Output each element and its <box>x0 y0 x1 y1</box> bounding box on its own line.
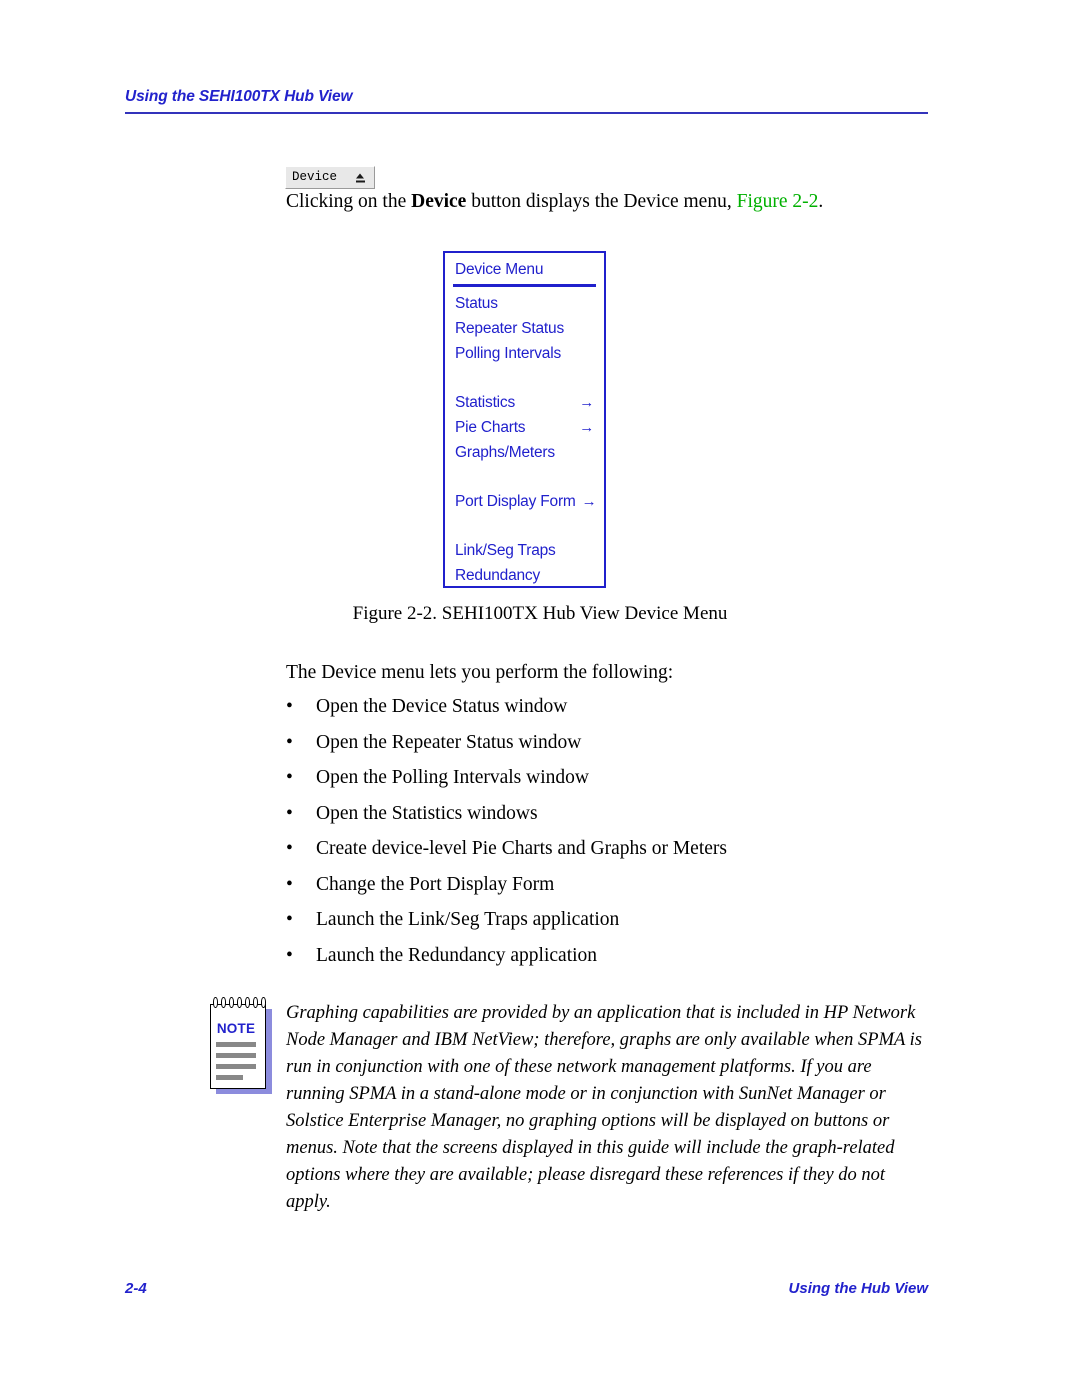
note-icon-rule-lines <box>216 1042 256 1086</box>
menu-item-label: Repeater Status <box>455 319 565 337</box>
submenu-arrow-icon: → <box>581 492 597 510</box>
intro-paragraph: Clicking on the Device button displays t… <box>286 189 926 215</box>
device-button[interactable]: Device <box>285 166 375 189</box>
submenu-arrow-icon: → <box>579 418 594 436</box>
list-item: • Open the Statistics windows <box>286 803 926 839</box>
figure-cross-reference[interactable]: Figure 2-2 <box>737 191 819 212</box>
header-divider-rule <box>125 112 928 114</box>
note-body-text: Graphing capabilities are provided by an… <box>286 1003 922 1212</box>
list-item-label: Open the Polling Intervals window <box>316 767 589 788</box>
intro-text-part1: Clicking on the <box>286 191 412 212</box>
list-item: • Launch the Link/Seg Traps application <box>286 909 926 945</box>
bullet-glyph-icon: • <box>286 767 293 788</box>
list-lead-in-paragraph: The Device menu lets you perform the fol… <box>286 662 674 683</box>
intro-text-part3: . <box>818 191 824 212</box>
menu-item-statistics[interactable]: Statistics → <box>445 390 604 415</box>
menu-item-label: Graphs/Meters <box>455 443 555 461</box>
menu-item-label: Statistics <box>455 393 516 411</box>
list-item-label: Open the Repeater Status window <box>316 731 582 753</box>
bullet-glyph-icon: • <box>286 909 293 930</box>
list-item: • Launch the Redundancy application <box>286 945 926 981</box>
menu-item-repeater-status[interactable]: Repeater Status <box>445 316 604 341</box>
menu-item-label: Status <box>455 294 498 312</box>
list-item: • Open the Repeater Status window <box>286 732 926 768</box>
menu-item-label: Link/Seg Traps <box>455 541 556 559</box>
note-icon-label: NOTE <box>216 1021 256 1036</box>
up-down-option-menu-arrow-icon <box>355 173 365 182</box>
page-header: Using the SEHI100TX Hub View <box>125 88 928 114</box>
list-item-label: Open the Statistics windows <box>316 802 538 824</box>
menu-item-status[interactable]: Status <box>445 291 604 316</box>
menu-item-label: Port Display Form <box>455 492 576 510</box>
menu-item-redundancy[interactable]: Redundancy <box>445 563 604 588</box>
bullet-glyph-icon: • <box>286 802 293 824</box>
menu-item-label: Redundancy <box>455 566 541 584</box>
menu-group-separator <box>445 366 604 390</box>
list-item-label: Launch the Redundancy application <box>316 944 598 966</box>
note-notepad-icon: NOTE <box>208 997 276 1096</box>
list-item-label: Create device-level Pie Charts and Graph… <box>316 838 727 859</box>
list-item: • Change the Port Display Form <box>286 874 926 910</box>
bullet-glyph-icon: • <box>286 696 293 717</box>
bullet-glyph-icon: • <box>286 944 293 966</box>
device-menu-title: Device Menu <box>455 261 544 278</box>
footer-section-title: Using the Hub View <box>788 1280 928 1297</box>
list-item-label: Change the Port Display Form <box>316 873 555 895</box>
device-menu-items: Status Repeater Status Polling Intervals… <box>445 287 604 588</box>
menu-item-port-display-form[interactable]: Port Display Form → <box>445 489 604 514</box>
bullet-glyph-icon: • <box>286 873 293 895</box>
device-button-label: Device <box>292 170 338 185</box>
submenu-arrow-icon: → <box>579 393 594 411</box>
list-item: • Open the Polling Intervals window <box>286 767 926 803</box>
intro-text-part2: button displays the Device menu, <box>466 191 737 212</box>
figure-caption: Figure 2-2. SEHI100TX Hub View Device Me… <box>352 603 728 624</box>
menu-item-link-seg-traps[interactable]: Link/Seg Traps <box>445 538 604 563</box>
page-footer: 2-4 Using the Hub View <box>125 1280 928 1297</box>
bullet-glyph-icon: • <box>286 731 293 753</box>
menu-item-label: Pie Charts <box>455 418 526 436</box>
device-menu-panel: Device Menu Status Repeater Status Polli… <box>443 251 606 588</box>
menu-group-separator <box>445 465 604 489</box>
intro-bold-term: Device <box>411 191 467 212</box>
menu-item-pie-charts[interactable]: Pie Charts → <box>445 415 604 440</box>
note-icon-spiral-rings <box>211 997 267 1010</box>
capability-bullet-list: • Open the Device Status window • Open t… <box>286 696 926 980</box>
list-item-label: Launch the Link/Seg Traps application <box>316 909 620 930</box>
menu-group-separator <box>445 514 604 538</box>
menu-item-graphs-meters[interactable]: Graphs/Meters <box>445 440 604 465</box>
menu-item-label: Polling Intervals <box>455 344 562 362</box>
running-header-title: Using the SEHI100TX Hub View <box>125 88 353 105</box>
list-item: • Create device-level Pie Charts and Gra… <box>286 838 926 874</box>
menu-item-polling-intervals[interactable]: Polling Intervals <box>445 341 604 366</box>
list-item-label: Open the Device Status window <box>316 696 568 717</box>
bullet-glyph-icon: • <box>286 838 293 859</box>
footer-page-number: 2-4 <box>125 1280 147 1297</box>
list-item: • Open the Device Status window <box>286 696 926 732</box>
